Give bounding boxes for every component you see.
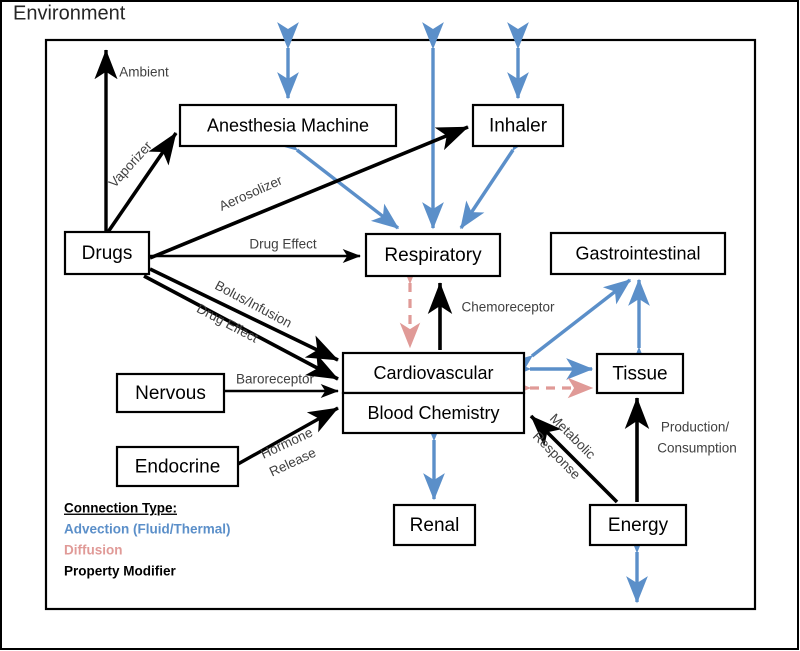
edge-inhaler-respiratory: [459, 122, 537, 230]
node-nervous[interactable]: Nervous: [115, 372, 226, 414]
node-respiratory[interactable]: Respiratory: [364, 232, 502, 278]
diagram-canvas: Environment Anesthesia Machine Inhaler D…: [0, 0, 800, 651]
legend-item-advection: Advection (Fluid/Thermal): [64, 522, 231, 537]
legend: Connection Type: Advection (Fluid/Therma…: [64, 501, 231, 579]
legend-item-diffusion: Diffusion: [64, 543, 123, 558]
edge-label-ambient: Ambient: [119, 65, 169, 80]
environment-title: Environment: [13, 3, 126, 25]
node-label-nervous: Nervous: [135, 383, 206, 404]
node-label-endocrine: Endocrine: [135, 457, 221, 478]
legend-title: Connection Type:: [64, 501, 177, 516]
node-label-respiratory: Respiratory: [384, 245, 482, 266]
node-label-tissue: Tissue: [612, 364, 667, 385]
nodes-layer: Anesthesia Machine Inhaler Drugs Respirator…: [63, 103, 727, 547]
edge-label-baroreceptor: Baroreceptor: [236, 372, 315, 387]
node-renal[interactable]: Renal: [392, 503, 477, 547]
edge-label-vaporizer: Vaporizer: [106, 138, 155, 191]
node-tissue[interactable]: Tissue: [595, 352, 685, 395]
node-inhaler[interactable]: Inhaler: [471, 103, 565, 148]
edge-label-consumption: Consumption: [657, 441, 737, 456]
edge-label-chemoreceptor: Chemoreceptor: [461, 300, 555, 315]
node-endocrine[interactable]: Endocrine: [115, 445, 240, 488]
node-cardiovascular[interactable]: Cardiovascular: [341, 351, 526, 395]
node-blood_chemistry[interactable]: Blood Chemistry: [341, 391, 526, 435]
node-label-gastrointestinal: Gastrointestinal: [575, 243, 700, 263]
legend-item-property-modifier: Property Modifier: [64, 564, 177, 579]
node-label-drugs: Drugs: [82, 243, 133, 264]
edge-cardiovascular-gastrointestinal: [504, 278, 632, 381]
node-drugs[interactable]: Drugs: [63, 230, 151, 276]
connection-diagram: Environment Anesthesia Machine InhalerDr…: [0, 0, 799, 650]
node-label-anesthesia_machine: Anesthesia Machine: [207, 115, 369, 135]
node-gastrointestinal[interactable]: Gastrointestinal: [549, 231, 727, 276]
edge-drugs-cardiovascular: [149, 267, 339, 362]
node-label-energy: Energy: [608, 515, 669, 536]
node-label-renal: Renal: [410, 515, 460, 536]
edge-label-drug_effect_resp: Drug Effect: [249, 237, 317, 252]
node-label-blood_chemistry: Blood Chemistry: [367, 403, 499, 423]
node-energy[interactable]: Energy: [588, 503, 688, 547]
node-label-inhaler: Inhaler: [489, 116, 548, 137]
node-label-cardiovascular: Cardiovascular: [373, 363, 493, 383]
edge-label-production: Production/: [661, 420, 730, 435]
node-anesthesia_machine[interactable]: Anesthesia Machine: [178, 103, 398, 148]
